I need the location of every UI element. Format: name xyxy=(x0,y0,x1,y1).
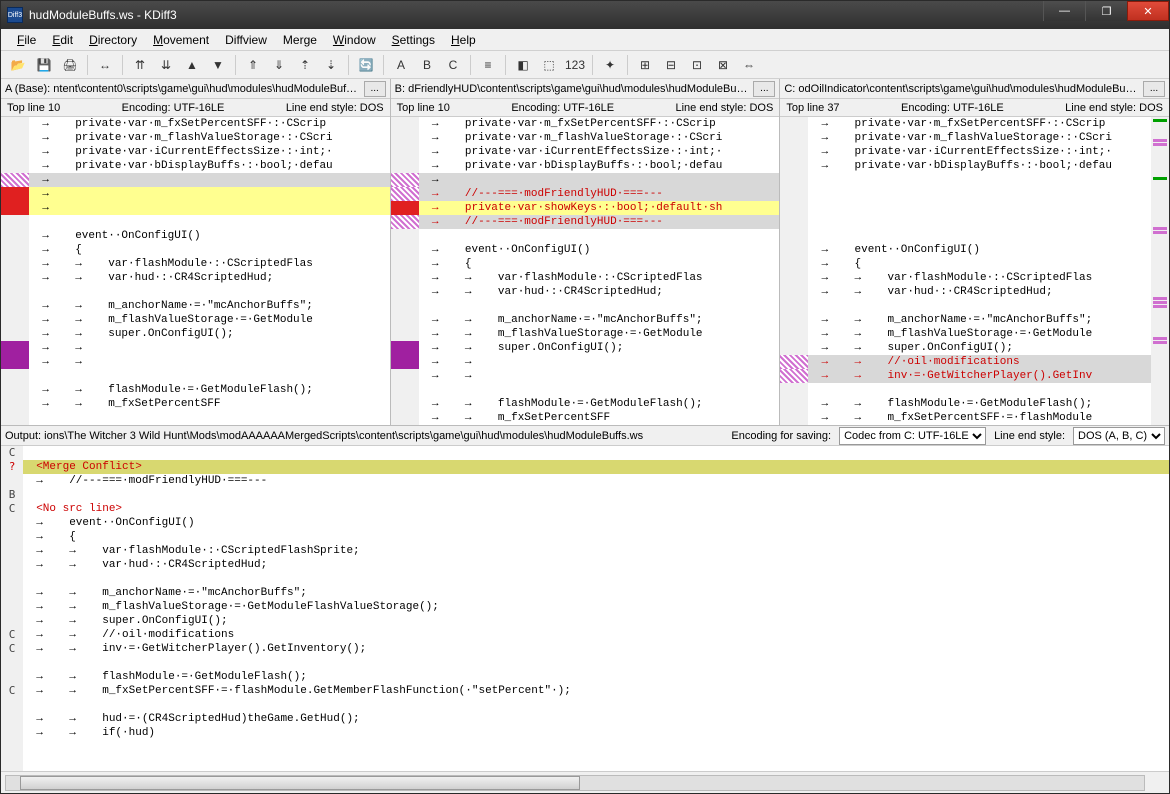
pane-b-browse-button[interactable]: ... xyxy=(753,81,775,97)
pane-b: B: dFriendlyHUD\content\scripts\game\gui… xyxy=(391,79,781,425)
toolbar-button-24[interactable]: ⊠ xyxy=(712,54,734,76)
menubar: File Edit Directory Movement Diffview Me… xyxy=(1,29,1169,51)
menu-settings[interactable]: Settings xyxy=(384,31,443,49)
toolbar: 📂💾🖨 ↔ ⇈⇊▲▼ ⇑⇓⇡⇣ 🔄 ABC ≡ ◧⬚123 ✦ ⊞⊟⊡⊠⇔ xyxy=(1,51,1169,79)
toolbar-button-22[interactable]: ⊟ xyxy=(660,54,682,76)
toolbar-button-17[interactable]: ◧ xyxy=(512,54,534,76)
horizontal-scrollbar[interactable] xyxy=(5,775,1145,791)
toolbar-button-25[interactable]: ⇔ xyxy=(738,54,760,76)
menu-window[interactable]: Window xyxy=(325,31,384,49)
toolbar-button-19[interactable]: 123 xyxy=(564,54,586,76)
pane-c-browse-button[interactable]: ... xyxy=(1143,81,1165,97)
menu-file[interactable]: File xyxy=(9,31,44,49)
close-button[interactable]: ✕ xyxy=(1127,1,1169,21)
statusbar xyxy=(1,771,1169,793)
pane-a-topline: Top line 10 xyxy=(7,102,60,114)
toolbar-button-9[interactable]: ⇓ xyxy=(268,54,290,76)
toolbar-button-20[interactable]: ✦ xyxy=(599,54,621,76)
pane-a-path: A (Base): ntent\content0\scripts\game\gu… xyxy=(5,83,360,95)
menu-merge[interactable]: Merge xyxy=(275,31,325,49)
pane-c-lineend: Line end style: DOS xyxy=(1065,102,1163,114)
pane-b-gutter xyxy=(391,117,419,425)
output-body: C?BCCCC <Merge Conflict> → //---===·modF… xyxy=(1,446,1169,771)
diff-panes: A (Base): ntent\content0\scripts\game\gu… xyxy=(1,79,1169,426)
pane-c-path: C: odOilIndicator\content\scripts\game\g… xyxy=(784,83,1139,95)
toolbar-button-18[interactable]: ⬚ xyxy=(538,54,560,76)
output-header: Output: ions\The Witcher 3 Wild Hunt\Mod… xyxy=(1,426,1169,446)
menu-directory[interactable]: Directory xyxy=(81,31,145,49)
menu-help[interactable]: Help xyxy=(443,31,484,49)
output-encoding-select[interactable]: Codec from C: UTF-16LE xyxy=(839,427,986,445)
menu-diffview[interactable]: Diffview xyxy=(217,31,275,49)
pane-a-encoding: Encoding: UTF-16LE xyxy=(122,102,225,114)
pane-b-lineend: Line end style: DOS xyxy=(675,102,773,114)
toolbar-button-16[interactable]: ≡ xyxy=(477,54,499,76)
toolbar-button-15[interactable]: C xyxy=(442,54,464,76)
menu-movement[interactable]: Movement xyxy=(145,31,217,49)
toolbar-button-0[interactable]: 📂 xyxy=(7,54,29,76)
overview-strip[interactable] xyxy=(1151,117,1169,425)
pane-c-code[interactable]: → private·var·m_fxSetPercentSFF·:·CScrip… xyxy=(808,117,1151,425)
output-encoding-label: Encoding for saving: xyxy=(731,430,831,442)
pane-b-topline: Top line 10 xyxy=(397,102,450,114)
toolbar-button-11[interactable]: ⇣ xyxy=(320,54,342,76)
toolbar-button-23[interactable]: ⊡ xyxy=(686,54,708,76)
output-code[interactable]: <Merge Conflict> → //---===·modFriendlyH… xyxy=(23,446,1169,771)
pane-b-code[interactable]: → private·var·m_fxSetPercentSFF·:·CScrip… xyxy=(419,117,780,425)
toolbar-button-10[interactable]: ⇡ xyxy=(294,54,316,76)
toolbar-button-8[interactable]: ⇑ xyxy=(242,54,264,76)
window-title: hudModuleBuffs.ws - KDiff3 xyxy=(29,8,1043,22)
pane-c-encoding: Encoding: UTF-16LE xyxy=(901,102,1004,114)
app-window: Diff3 hudModuleBuffs.ws - KDiff3 — ❐ ✕ F… xyxy=(0,0,1170,794)
pane-c-topline: Top line 37 xyxy=(786,102,839,114)
toolbar-button-14[interactable]: B xyxy=(416,54,438,76)
menu-edit[interactable]: Edit xyxy=(44,31,81,49)
output-gutter: C?BCCCC xyxy=(1,446,23,771)
toolbar-button-3[interactable]: ↔ xyxy=(94,54,116,76)
output-path: Output: ions\The Witcher 3 Wild Hunt\Mod… xyxy=(5,430,643,442)
pane-a-lineend: Line end style: DOS xyxy=(286,102,384,114)
pane-b-encoding: Encoding: UTF-16LE xyxy=(511,102,614,114)
maximize-button[interactable]: ❐ xyxy=(1085,1,1127,21)
toolbar-button-2[interactable]: 🖨 xyxy=(59,54,81,76)
toolbar-button-7[interactable]: ▼ xyxy=(207,54,229,76)
app-icon: Diff3 xyxy=(7,7,23,23)
pane-a-code[interactable]: → private·var·m_fxSetPercentSFF·:·CScrip… xyxy=(29,117,390,425)
toolbar-button-12[interactable]: 🔄 xyxy=(355,54,377,76)
pane-a-browse-button[interactable]: ... xyxy=(364,81,386,97)
titlebar[interactable]: Diff3 hudModuleBuffs.ws - KDiff3 — ❐ ✕ xyxy=(1,1,1169,29)
toolbar-button-6[interactable]: ▲ xyxy=(181,54,203,76)
toolbar-button-21[interactable]: ⊞ xyxy=(634,54,656,76)
pane-a-gutter xyxy=(1,117,29,425)
toolbar-button-5[interactable]: ⇊ xyxy=(155,54,177,76)
scrollbar-thumb[interactable] xyxy=(20,776,580,790)
minimize-button[interactable]: — xyxy=(1043,1,1085,21)
toolbar-button-13[interactable]: A xyxy=(390,54,412,76)
toolbar-button-4[interactable]: ⇈ xyxy=(129,54,151,76)
toolbar-button-1[interactable]: 💾 xyxy=(33,54,55,76)
pane-c: C: odOilIndicator\content\scripts\game\g… xyxy=(780,79,1169,425)
pane-c-gutter xyxy=(780,117,808,425)
output-lineend-select[interactable]: DOS (A, B, C) xyxy=(1073,427,1165,445)
pane-b-path: B: dFriendlyHUD\content\scripts\game\gui… xyxy=(395,83,750,95)
pane-a: A (Base): ntent\content0\scripts\game\gu… xyxy=(1,79,391,425)
output-lineend-label: Line end style: xyxy=(994,430,1065,442)
